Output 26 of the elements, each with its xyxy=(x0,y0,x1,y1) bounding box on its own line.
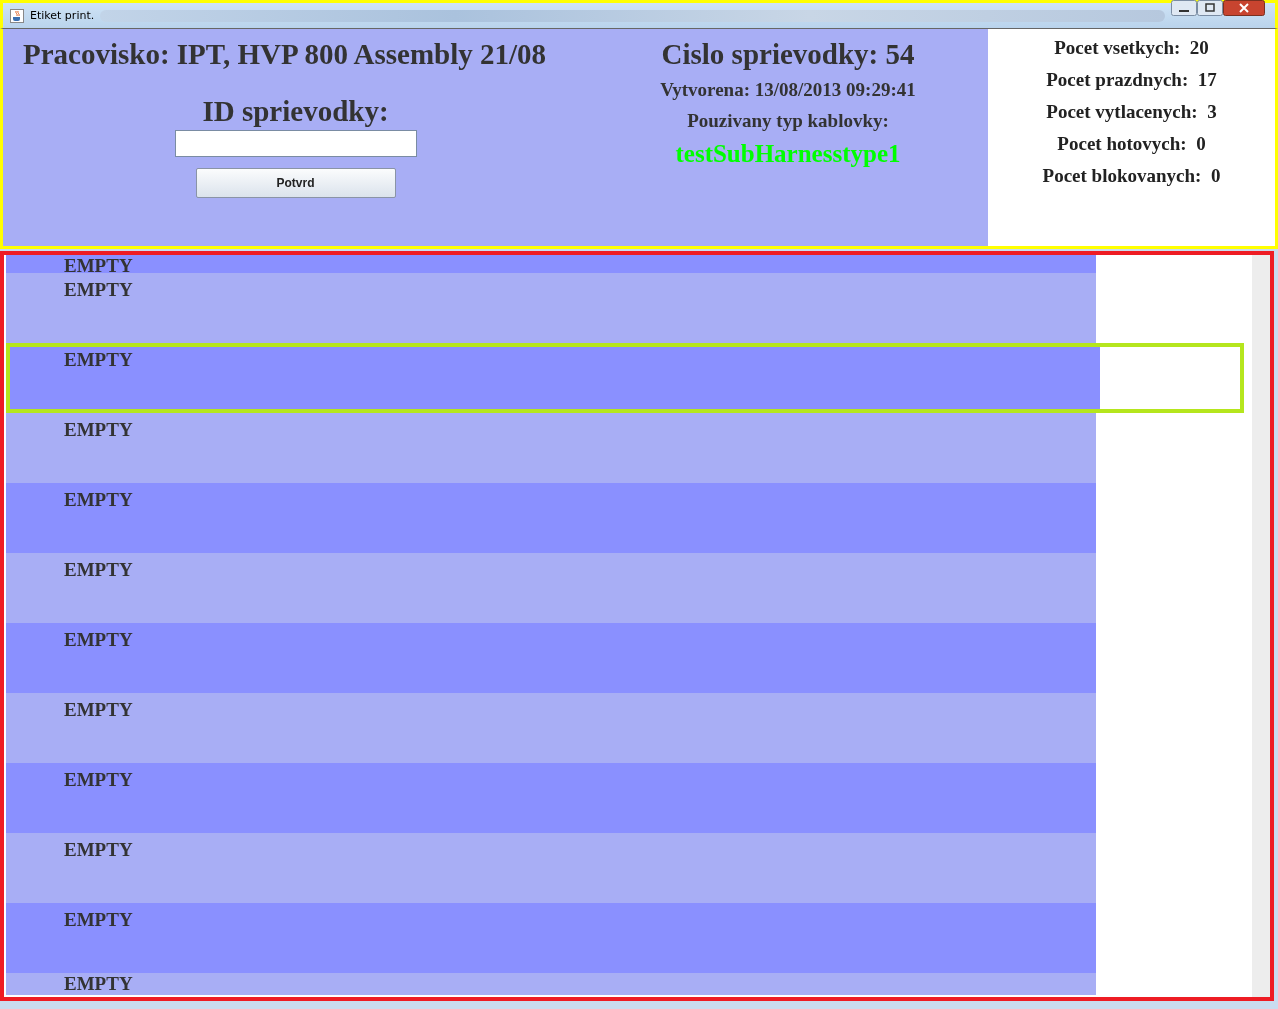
row-text: EMPTY xyxy=(64,839,133,860)
window-title: Etiket print. xyxy=(30,9,95,22)
row-text: EMPTY xyxy=(64,699,133,720)
row-text: EMPTY xyxy=(64,909,133,930)
number-title: Cislo sprievodky: 54 xyxy=(661,38,915,71)
created-text: Vytvorena: 13/08/2013 09:29:41 xyxy=(660,79,916,101)
row-text: EMPTY xyxy=(64,255,133,273)
row-text: EMPTY xyxy=(64,559,133,580)
row-text: EMPTY xyxy=(64,629,133,650)
list-row[interactable]: EMPTY xyxy=(6,343,1244,413)
count-text: Pocet hotovych: 0 xyxy=(1057,133,1206,156)
count-text: Pocet prazdnych: 17 xyxy=(1046,69,1217,92)
confirm-button[interactable]: Potvrd xyxy=(195,168,396,198)
row-text: EMPTY xyxy=(64,489,133,510)
count-text: Pocet vytlacenych: 3 xyxy=(1046,101,1217,124)
row-text: EMPTY xyxy=(64,973,133,994)
id-label: ID sprievodky: xyxy=(202,95,389,128)
type-value: testSubHarnesstype1 xyxy=(675,140,901,168)
count-text: Pocet blokovanych: 0 xyxy=(1042,165,1221,188)
count-text: Pocet vsetkych: 20 xyxy=(1054,37,1209,60)
row-text: EMPTY xyxy=(64,419,133,440)
row-text: EMPTY xyxy=(64,769,133,790)
workplace-title: Pracovisko: IPT, HVP 800 Assembly 21/08 xyxy=(23,38,547,71)
row-text: EMPTY xyxy=(64,349,133,370)
row-text: EMPTY xyxy=(64,279,133,300)
type-label: Pouzivany typ kablovky: xyxy=(687,110,889,132)
